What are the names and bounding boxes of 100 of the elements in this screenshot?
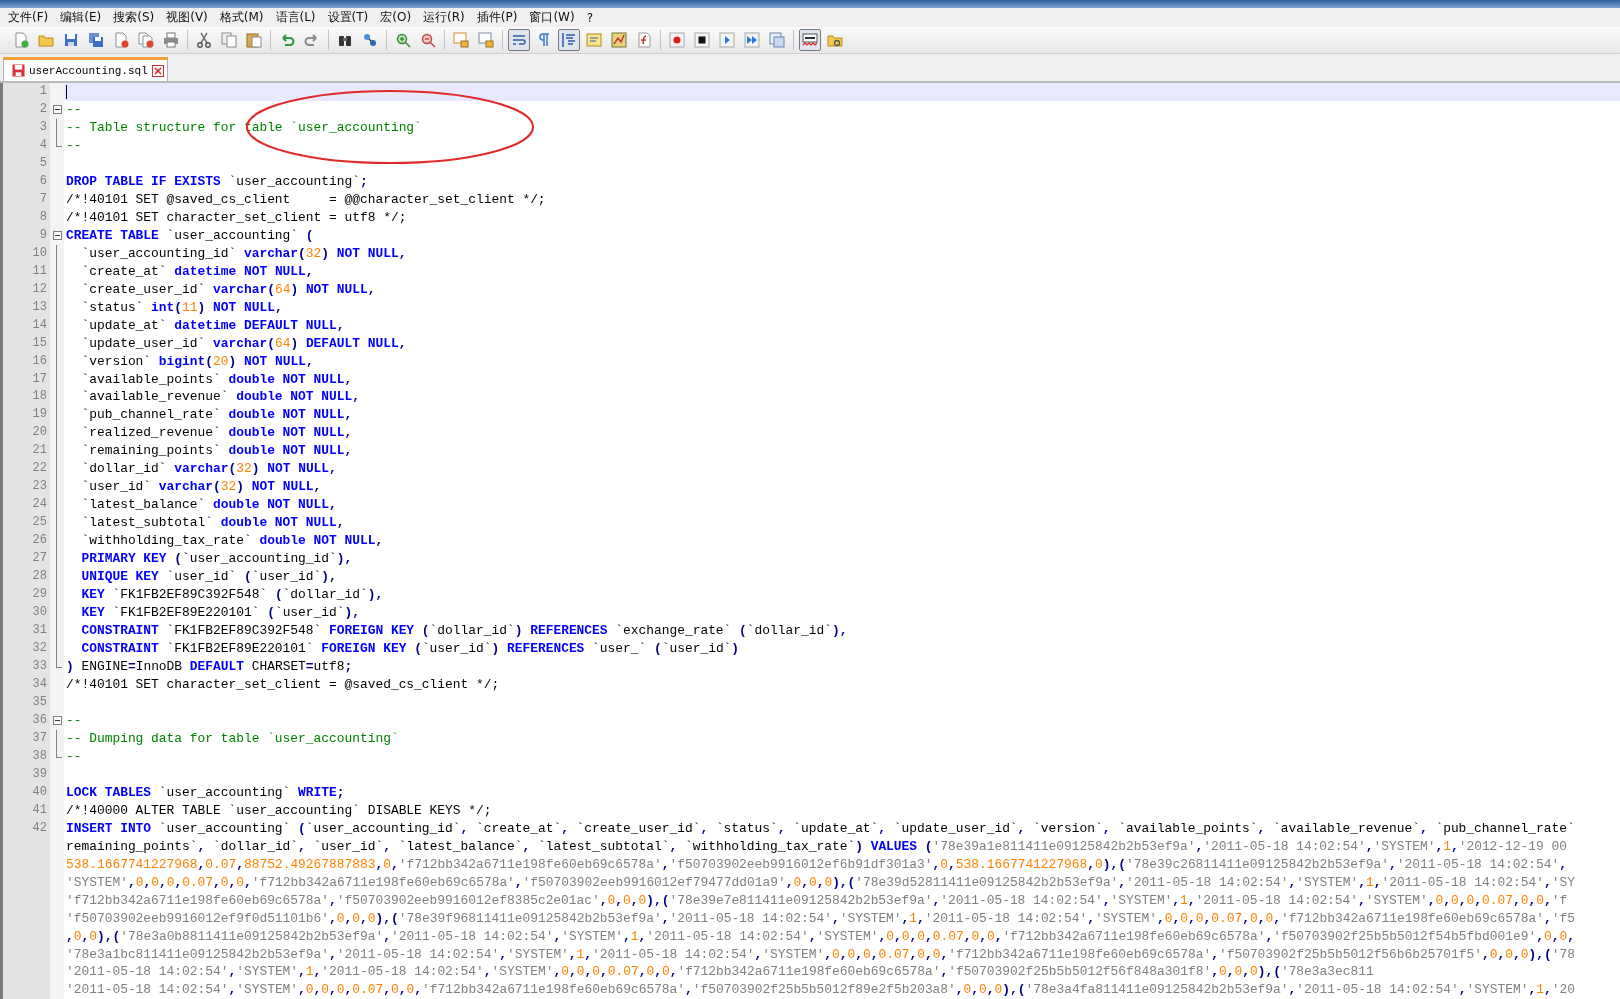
line-number: 6 (38, 172, 48, 190)
code-line: `user_accounting_id` varchar(32) NOT NULL, (80, 244, 408, 263)
close-icon[interactable] (151, 64, 164, 77)
menu-item[interactable]: 运行(R) (417, 9, 471, 26)
code-line: '78e3a1bc811411e09125842b2b53ef9a','2011-05-18 14:02:54','SYSTEM',1,'2011-05-18 14:02:54','SYSTEM',0,0,0,0.07,0,0,'f712bb342a6711e198fe60eb69c6578a','f50703902f25b5b5012f56b6b25701f5',0,0,0),('78 (65, 945, 1576, 964)
line-number: 21 (31, 442, 48, 460)
line-number: 32 (31, 640, 48, 658)
redo-icon (304, 32, 320, 48)
menu-item[interactable]: ? (580, 10, 599, 25)
code-line: -- Dumping data for table `user_accounting` (65, 729, 400, 748)
pilcrow-icon (536, 32, 552, 48)
code-line: 'f50703902eeb9916012ef9f0d51101b6',0,0,0),('78e39f96811411e09125842b2b53ef9a','2011-05-18 14:02:54','SYSTEM',1,'2011-05-18 14:02:54','SYSTEM',0,0,0,0.07,0,0,'f712bb342a6711e198fe60eb69c6578a','f5 (65, 909, 1576, 928)
document-lines-icon (586, 32, 602, 48)
line-number: 39 (31, 765, 48, 783)
toolbar-button[interactable] (799, 29, 821, 51)
code-line: 538.1667741227968,0.07,88752.49267887883,0,'f712bb342a6711e198fe60eb69c6578a','f50703902eeb9916012ef6b91df301a3',0,538.1667741227968,0),('78e39c26811411e09125842b2b53ef9a','2011-05-18 14:02:54', (65, 855, 1568, 874)
code-line: `dollar_id` varchar(32) NOT NULL, (80, 460, 338, 479)
line-number: 7 (38, 190, 48, 208)
line-number: 16 (31, 352, 48, 370)
code-line: PRIMARY KEY (`user_accounting_id`), (80, 550, 354, 569)
file-tab[interactable]: userAccounting.sql (3, 57, 168, 81)
code-line: `create_user_id` varchar(64) NOT NULL, (80, 280, 377, 299)
line-number: 3 (38, 118, 48, 136)
code-line: `status` int(11) NOT NULL, (80, 298, 284, 317)
scissors-icon (196, 32, 212, 48)
line-number: 24 (31, 496, 48, 514)
line-number: 31 (31, 622, 48, 640)
line-number: 9 (38, 226, 48, 244)
line-number: 27 (31, 550, 48, 568)
code-line: '2011-05-18 14:02:54','SYSTEM',0,0,0,0.07,0,0,'f712bb342a6711e198fe60eb69c6578a','f50703902f25b5b5012f89e2f5b203a8',0,0,0),('78e3a4fa811411e09125842b2b53ef9a','2011-05-18 14:02:54','SYSTEM',1,'20 (65, 981, 1576, 999)
code-line: -- (65, 711, 83, 730)
line-number: 5 (38, 154, 48, 172)
menu-item[interactable]: 宏(O) (374, 9, 418, 26)
code-line: 'f712bb342a6711e198fe60eb69c6578a','f50703902eeb9916012ef8385c2e01ac',0,0,0),('78e39e7e811411e09125842b2b53ef9a','2011-05-18 14:02:54','SYSTEM',1,'2011-05-18 14:02:54','SYSTEM',0,0,0,0.07,0,0,'f (65, 891, 1569, 910)
menu-item[interactable]: 搜索(S) (107, 9, 161, 26)
menu-item[interactable]: 格式(M) (213, 9, 270, 26)
menu-item[interactable]: 插件(P) (470, 9, 524, 26)
code-line: ,0,0),('78e3a0b8811411e09125842b2b53ef9a','2011-05-18 14:02:54','SYSTEM',1,'2011-05-18 14:02:54','SYSTEM',0,0,0,0.07,0,0,'f712bb342a6711e198fe60eb69c6578a','f50703902f25b5b5012f54b5fbd001e9',0,0, (65, 927, 1576, 946)
printer-icon (163, 32, 179, 48)
line-number: 15 (31, 334, 48, 352)
undo-icon (279, 32, 295, 48)
zoom-out-icon (420, 32, 436, 48)
line-number: 42 (31, 819, 48, 837)
line-number: 33 (31, 658, 48, 675)
code-line: remaining_points`, `dollar_id`, `user_id`, `latest_balance`, `latest_subtotal`, `withholding_tax_rate`) VALUES ('78e39a1e811411e09125842b2b53ef9a','2011-05-18 14:02:54','SYSTEM',1,'2012-12-19 00 (65, 837, 1568, 856)
code-line: `available_revenue` double NOT NULL, (80, 388, 361, 407)
line-number: 28 (31, 568, 48, 586)
save-macro-icon (769, 32, 785, 48)
play-icon (719, 32, 735, 48)
indent-guide-icon (561, 32, 577, 48)
code-line: `update_user_id` varchar(64) DEFAULT NULL, (80, 334, 408, 353)
line-number: 13 (31, 298, 48, 316)
zoom-in-icon (395, 32, 411, 48)
code-line: `available_points` double NOT NULL, (80, 370, 354, 389)
code-line: 'SYSTEM',0,0,0,0.07,0,0,'f712bb342a6711e198fe60eb69c6578a','f50703902eeb9916012ef79477dd01a9',0,0,0),('78e39d52811411e09125842b2b53ef9a','2011-05-18 14:02:54','SYSTEM',1,'2011-05-18 14:02:54','SY (65, 873, 1576, 892)
menu-item[interactable]: 语言(L) (269, 9, 322, 26)
line-number: 2 (38, 100, 48, 118)
code-line: /*!40101 SET @saved_cs_client = @@character_set_client */; (65, 190, 547, 209)
line-number: 19 (31, 406, 48, 424)
code-line: CONSTRAINT `FK1FB2EF89C392F548` FOREIGN KEY (`dollar_id`) REFERENCES `exchange_rate` (`dollar_id`), (80, 622, 849, 641)
menu-item[interactable]: 编辑(E) (54, 9, 108, 26)
line-number: 17 (31, 370, 48, 388)
code-line: KEY `FK1FB2EF89E220101` (`user_id`), (80, 604, 361, 623)
find-replace-icon (362, 32, 378, 48)
line-number: 22 (31, 460, 48, 478)
line-number: 20 (31, 424, 48, 442)
code-line: `latest_balance` double NOT NULL, (80, 496, 338, 515)
line-number: 12 (31, 280, 48, 298)
line-number: 10 (31, 244, 48, 262)
line-number: 29 (31, 586, 48, 604)
code-line: LOCK TABLES `user_accounting` WRITE; (65, 783, 346, 802)
menu-item[interactable]: 视图(V) (160, 9, 214, 26)
word-wrap-icon (511, 32, 527, 48)
code-line: KEY `FK1FB2EF89C392F548` (`dollar_id`), (80, 586, 385, 605)
close-all-files-icon (138, 32, 154, 48)
menu-item[interactable]: 设置(T) (321, 9, 375, 26)
code-line: CREATE TABLE `user_accounting` ( (65, 226, 315, 245)
line-number: 1 (38, 83, 48, 100)
line-number: 36 (31, 711, 48, 729)
line-number: 40 (31, 783, 48, 801)
code-line: INSERT INTO `user_accounting` (`user_accounting_id`, `create_at`, `create_user_id`, `status`, `update_at`, `update_user_id`, `version`, `available_points`, `available_revenue`, `pub_channel_rate` (65, 819, 1576, 838)
code-line: DROP TABLE IF EXISTS `user_accounting`; (65, 172, 369, 191)
code-line: `version` bigint(20) NOT NULL, (80, 352, 315, 371)
map-icon (611, 32, 627, 48)
floppy-disks-icon (88, 32, 104, 48)
code-line: /*!40101 SET character_set_client = @saved_cs_client */; (65, 675, 501, 694)
menu-item[interactable]: 窗口(W) (523, 9, 581, 26)
code-line: `user_id` varchar(32) NOT NULL, (80, 478, 323, 497)
stop-icon (694, 32, 710, 48)
code-line: '2011-05-18 14:02:54','SYSTEM',1,'2011-05-18 14:02:54','SYSTEM',0,0,0,0.07,0,0,'f712bb342a6711e198fe60eb69c6578a','f50703902f25b5b5012f56f848a301f8',0,0,0),('78e3a3ec811 (65, 963, 1375, 982)
code-line: `realized_revenue` double NOT NULL, (80, 424, 354, 443)
line-number: 11 (31, 262, 48, 280)
toolbar-button[interactable] (691, 29, 713, 51)
code-line: `latest_subtotal` double NOT NULL, (80, 514, 346, 533)
menu-item[interactable]: 文件(F) (2, 9, 55, 26)
code-line: `remaining_points` double NOT NULL, (80, 442, 354, 461)
line-number: 4 (38, 136, 48, 154)
code-line: `create_at` datetime NOT NULL, (80, 262, 315, 281)
code-line: `pub_channel_rate` double NOT NULL, (80, 406, 354, 425)
line-number: 35 (31, 693, 48, 711)
